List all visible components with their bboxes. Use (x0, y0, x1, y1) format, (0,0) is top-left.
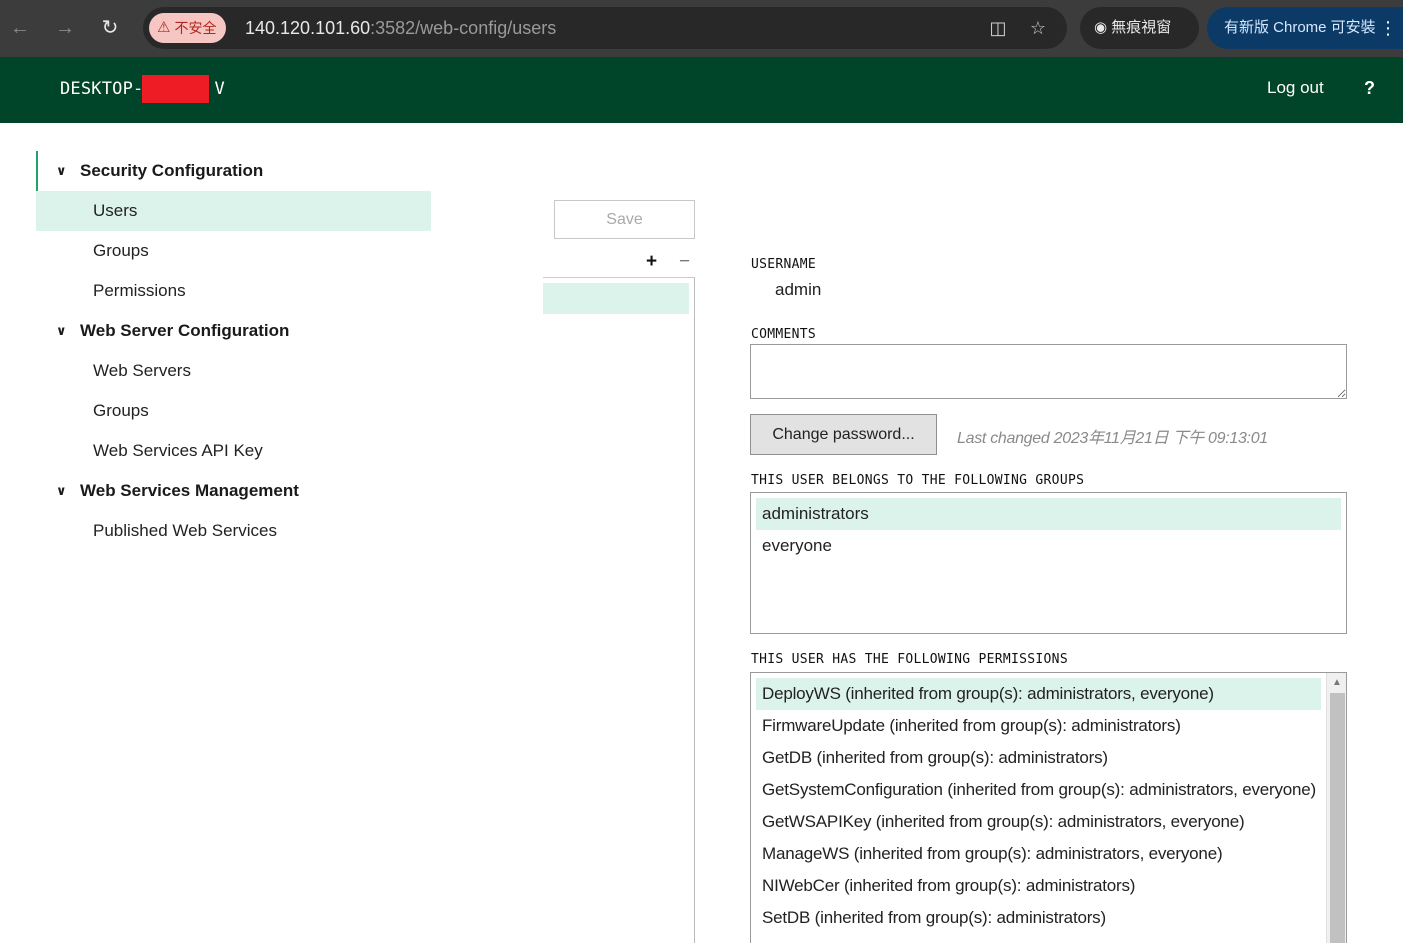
save-button[interactable]: Save (554, 200, 695, 239)
groups-list: administrators everyone (750, 492, 1347, 634)
permission-item[interactable]: ManageWS (inherited from group(s): admin… (756, 838, 1321, 870)
chevron-down-icon: ∨ (56, 323, 67, 338)
incognito-icon: ◉ (1094, 19, 1108, 36)
sidebar-section-web-services[interactable]: ∨ Web Services Management (36, 471, 431, 511)
url-host: 140.120.101.60 (245, 18, 371, 38)
permission-item[interactable]: GetSystemConfiguration (inherited from g… (756, 774, 1321, 806)
permission-item[interactable]: SetDB (inherited from group(s): administ… (756, 902, 1321, 934)
user-list-item[interactable] (543, 283, 689, 314)
scroll-thumb[interactable] (1330, 693, 1345, 943)
permission-item[interactable]: FirmwareUpdate (inherited from group(s):… (756, 710, 1321, 742)
permission-item[interactable]: NIWebCer (inherited from group(s): admin… (756, 870, 1321, 902)
sidebar-item-api-key[interactable]: Web Services API Key (36, 431, 431, 471)
chrome-update-chip[interactable]: 有新版 Chrome 可安裝 ⋮ (1207, 7, 1403, 49)
star-icon[interactable]: ☆ (1026, 16, 1050, 40)
url-text[interactable]: 140.120.101.60:3582/web-config/users (245, 7, 556, 49)
permissions-label: THIS USER HAS THE FOLLOWING PERMISSIONS (751, 652, 1068, 667)
redaction-box (142, 75, 209, 103)
more-icon[interactable]: ⋮ (1379, 7, 1397, 49)
last-changed-text: Last changed 2023年11月21日 下午 09:13:01 (957, 430, 1268, 447)
reload-icon[interactable]: ↻ (96, 14, 124, 42)
incognito-chip[interactable]: ◉ 無痕視窗 (1080, 7, 1199, 49)
sidebar-item-web-servers[interactable]: Web Servers (36, 351, 431, 391)
add-user-button[interactable]: + (646, 251, 657, 273)
sidebar-section-web-server[interactable]: ∨ Web Server Configuration (36, 311, 431, 351)
sidebar-item-server-groups[interactable]: Groups (36, 391, 431, 431)
sidebar-item-permissions[interactable]: Permissions (36, 271, 431, 311)
permission-item[interactable]: GetWSAPIKey (inherited from group(s): ad… (756, 806, 1321, 838)
permissions-list: DeployWS (inherited from group(s): admin… (750, 672, 1347, 943)
sidebar-section-label: Web Services Management (80, 481, 299, 500)
host-prefix: DESKTOP- (60, 79, 144, 99)
update-label: 有新版 Chrome 可安裝 (1224, 19, 1376, 36)
browser-toolbar: ← → ↻ ⚠ 不安全 140.120.101.60:3582/web-conf… (0, 0, 1403, 57)
change-password-button[interactable]: Change password... (750, 414, 937, 455)
comments-field[interactable] (750, 344, 1347, 399)
sidebar-item-users[interactable]: Users (36, 191, 431, 231)
security-chip[interactable]: ⚠ 不安全 (149, 13, 227, 43)
back-icon[interactable]: ← (6, 14, 34, 42)
user-list (543, 277, 695, 943)
username-value: admin (775, 280, 822, 299)
sidebar-section-label: Web Server Configuration (80, 321, 290, 340)
chevron-down-icon: ∨ (56, 163, 67, 178)
username-label: USERNAME (751, 257, 817, 272)
address-bar[interactable]: ⚠ 不安全 140.120.101.60:3582/web-config/use… (143, 7, 1067, 49)
logout-link[interactable]: Log out (1267, 57, 1324, 119)
chevron-down-icon: ∨ (56, 483, 67, 498)
sidebar-item-groups[interactable]: Groups (36, 231, 431, 271)
groups-label: THIS USER BELONGS TO THE FOLLOWING GROUP… (751, 473, 1085, 488)
host-suffix: V (214, 79, 225, 99)
warning-icon: ⚠ (157, 19, 171, 36)
translate-icon[interactable]: ◫ (986, 16, 1010, 40)
group-item[interactable]: administrators (756, 498, 1341, 530)
sidebar: ∨ Security Configuration Users Groups Pe… (36, 151, 431, 551)
app-header: DESKTOP- V Log out ? (0, 57, 1403, 123)
sidebar-section-label: Security Configuration (80, 161, 264, 180)
sidebar-section-security[interactable]: ∨ Security Configuration (36, 151, 431, 191)
permission-item[interactable]: GetDB (inherited from group(s): administ… (756, 742, 1321, 774)
permission-item[interactable]: DeployWS (inherited from group(s): admin… (756, 678, 1321, 710)
help-button[interactable]: ? (1364, 57, 1375, 119)
sidebar-item-published-services[interactable]: Published Web Services (36, 511, 431, 551)
forward-icon[interactable]: → (51, 14, 79, 42)
url-path: :3582/web-config/users (370, 18, 557, 38)
incognito-label: 無痕視窗 (1111, 19, 1172, 36)
scroll-up-icon[interactable]: ▲ (1327, 677, 1346, 688)
comments-label: COMMENTS (751, 327, 817, 342)
remove-user-button[interactable]: − (679, 251, 690, 273)
group-item[interactable]: everyone (756, 530, 1341, 562)
permissions-scrollbar[interactable]: ▲ (1326, 673, 1346, 943)
security-label: 不安全 (174, 20, 217, 36)
